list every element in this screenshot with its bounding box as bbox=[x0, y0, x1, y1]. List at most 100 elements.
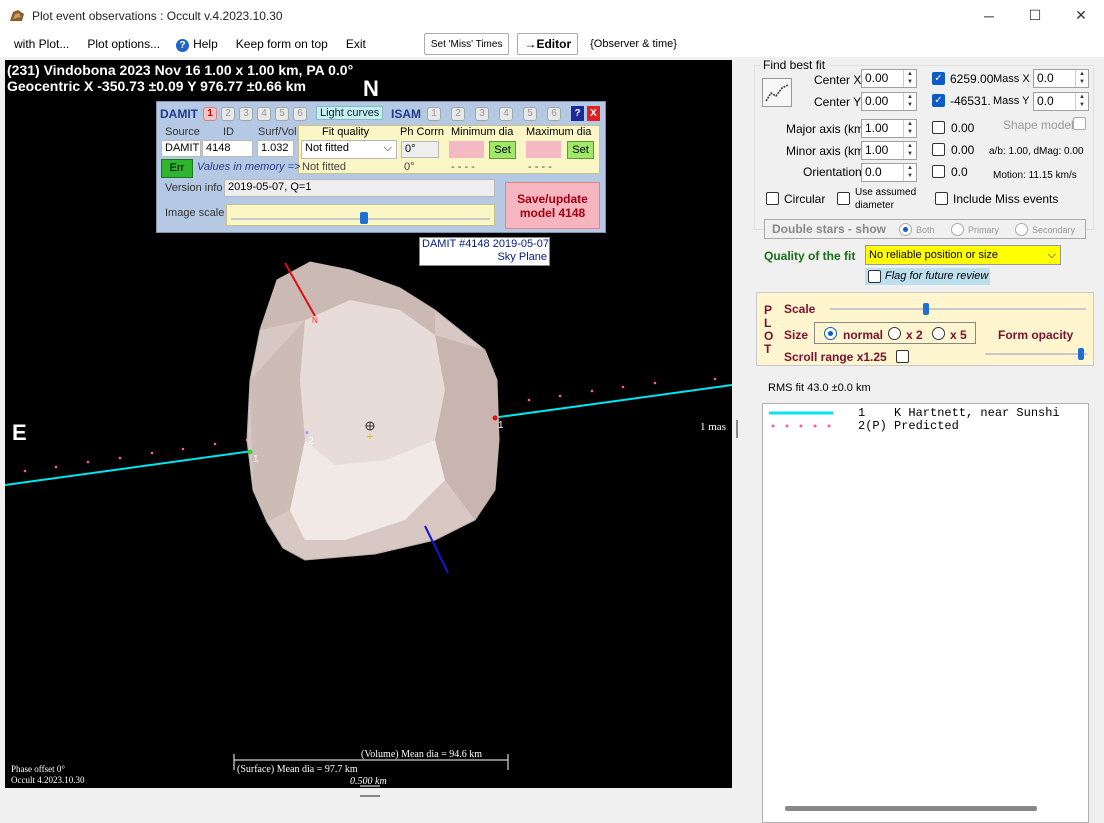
primary-radio[interactable] bbox=[951, 223, 964, 236]
size-x5-radio[interactable] bbox=[932, 327, 945, 340]
close-button[interactable]: ✕ bbox=[1058, 0, 1104, 31]
spinner-arrows-icon[interactable]: ▲ ▼ bbox=[903, 164, 916, 181]
observers-legend-list[interactable]: 1 K Hartnett, near Sunshi 2(P) Predicted bbox=[762, 403, 1089, 823]
model-label-line2: Sky Plane bbox=[497, 251, 547, 263]
major-axis-value: 1.00 bbox=[865, 121, 889, 135]
menu-keep-on-top[interactable]: Keep form on top bbox=[226, 37, 336, 51]
minor-axis-input[interactable]: 1.00 ▲ ▼ bbox=[861, 141, 917, 160]
scroll-range-label: Scroll range x1.25 bbox=[784, 350, 887, 364]
menu-observer-time[interactable]: {Observer & time} bbox=[582, 38, 685, 50]
major-axis-input[interactable]: 1.00 ▲ ▼ bbox=[861, 119, 917, 138]
isam-model-5[interactable]: 5 bbox=[523, 107, 537, 121]
splitter-handle[interactable] bbox=[736, 420, 738, 438]
bottom-splitter-handle[interactable] bbox=[360, 795, 380, 797]
ph-corrn-field[interactable]: 0° bbox=[401, 141, 439, 158]
damit-model-2[interactable]: 2 bbox=[221, 107, 235, 121]
damit-model-4[interactable]: 4 bbox=[257, 107, 271, 121]
set-miss-times-button[interactable]: Set 'Miss' Times bbox=[423, 33, 510, 55]
motion-label: Motion: 11.15 km/s bbox=[993, 170, 1077, 181]
light-curves-button[interactable]: Light curves bbox=[316, 106, 384, 120]
fit-quality-value: Not fitted bbox=[305, 142, 350, 154]
circular-checkbox[interactable] bbox=[766, 192, 779, 205]
legend-row-2[interactable]: 2(P) Predicted bbox=[858, 419, 959, 433]
menu-exit[interactable]: Exit bbox=[336, 37, 374, 51]
spinner-arrows-icon[interactable]: ▲ ▼ bbox=[903, 93, 916, 110]
form-opacity-slider[interactable] bbox=[981, 345, 1091, 363]
maximize-button[interactable]: ☐ bbox=[1012, 0, 1058, 31]
center-y-value: 0.00 bbox=[865, 94, 889, 108]
scale-slider[interactable] bbox=[826, 300, 1090, 318]
image-scale-slider[interactable] bbox=[226, 204, 495, 226]
spinner-arrows-icon[interactable]: ▲ ▼ bbox=[903, 142, 916, 159]
help-icon[interactable]: ? bbox=[571, 106, 584, 121]
menu-plot-options[interactable]: Plot options... bbox=[77, 37, 168, 51]
include-miss-checkbox[interactable] bbox=[935, 192, 948, 205]
flag-review-label: Flag for future review bbox=[885, 270, 989, 282]
isam-model-4[interactable]: 4 bbox=[499, 107, 513, 121]
set-max-button[interactable]: Set bbox=[567, 141, 594, 159]
orientation-input[interactable]: 0.0 ▲ ▼ bbox=[861, 163, 917, 182]
form-opacity-thumb[interactable] bbox=[1078, 348, 1084, 360]
spinner-arrows-icon[interactable]: ▲ ▼ bbox=[1075, 70, 1088, 87]
damit-model-5[interactable]: 5 bbox=[275, 107, 289, 121]
min-dia-field[interactable] bbox=[449, 141, 484, 158]
menu-help[interactable]: ? Help bbox=[168, 37, 226, 52]
damit-model-3[interactable]: 3 bbox=[239, 107, 253, 121]
scale-thumb[interactable] bbox=[923, 303, 929, 315]
mas-scale-label: 1 mas bbox=[700, 421, 726, 433]
spinner-arrows-icon[interactable]: ▲ ▼ bbox=[903, 120, 916, 137]
chord-label-1b: 1 bbox=[498, 420, 504, 431]
menu-with-plot[interactable]: with Plot... bbox=[0, 37, 77, 51]
max-dia-field[interactable] bbox=[526, 141, 561, 158]
damit-model-6[interactable]: 6 bbox=[293, 107, 307, 121]
spinner-arrows-icon[interactable]: ▲ ▼ bbox=[903, 70, 916, 87]
isam-model-2[interactable]: 2 bbox=[451, 107, 465, 121]
fit-quality-select[interactable]: Not fitted ⌵ bbox=[301, 140, 397, 159]
y-checkbox[interactable]: ✓ bbox=[932, 94, 945, 107]
east-label: E bbox=[12, 420, 27, 445]
both-radio[interactable] bbox=[899, 223, 912, 236]
scroll-range-checkbox[interactable] bbox=[896, 350, 909, 363]
plot-header-line2: Geocentric X -350.73 ±0.09 Y 976.77 ±0.6… bbox=[7, 78, 306, 94]
legend-row-1[interactable]: 1 K Hartnett, near Sunshi bbox=[858, 406, 1060, 420]
help-icon: ? bbox=[176, 38, 190, 52]
horizontal-scrollbar[interactable] bbox=[785, 806, 1037, 811]
x-checkbox[interactable]: ✓ bbox=[932, 72, 945, 85]
save-line2: model 4148 bbox=[519, 206, 586, 220]
source-header: Source bbox=[165, 126, 200, 138]
ph-corrn-header: Ph Corrn bbox=[400, 126, 445, 138]
model-label-line1: DAMIT #4148 2019-05-07 bbox=[422, 238, 549, 250]
shape-model-checkbox[interactable] bbox=[1073, 117, 1086, 130]
center-x-label: Center X bbox=[814, 73, 862, 87]
set-min-button[interactable]: Set bbox=[489, 141, 516, 159]
flag-review-checkbox[interactable] bbox=[868, 270, 881, 283]
size-x2-radio[interactable] bbox=[888, 327, 901, 340]
use-assumed-checkbox[interactable] bbox=[837, 192, 850, 205]
minimize-button[interactable]: ─ bbox=[966, 0, 1012, 31]
image-scale-thumb[interactable] bbox=[360, 212, 368, 224]
size-x5-label: x 5 bbox=[950, 328, 967, 342]
mass-x-input[interactable]: 0.0 ▲ ▼ bbox=[1033, 69, 1089, 88]
save-update-model-button[interactable]: Save/update model 4148 bbox=[505, 182, 600, 229]
center-x-input[interactable]: 0.00 ▲ ▼ bbox=[861, 69, 917, 88]
err-button[interactable]: Err bbox=[161, 159, 193, 178]
quality-select[interactable]: No reliable position or size ⌵ bbox=[865, 245, 1061, 265]
center-y-input[interactable]: 0.00 ▲ ▼ bbox=[861, 92, 917, 111]
isam-model-6[interactable]: 6 bbox=[547, 107, 561, 121]
major-axis-checkbox[interactable] bbox=[932, 121, 945, 134]
minor-axis-checkbox[interactable] bbox=[932, 143, 945, 156]
size-normal-radio[interactable] bbox=[824, 327, 837, 340]
damit-model-1[interactable]: 1 bbox=[203, 107, 217, 121]
best-fit-icon[interactable] bbox=[762, 78, 792, 107]
plot-version: Occult 4.2023.10.30 bbox=[11, 775, 85, 785]
editor-button[interactable]: →Editor bbox=[517, 33, 579, 55]
close-panel-icon[interactable]: X bbox=[587, 106, 600, 121]
isam-model-1[interactable]: 1 bbox=[427, 107, 441, 121]
mass-y-input[interactable]: 0.0 ▲ ▼ bbox=[1033, 92, 1089, 111]
isam-model-3[interactable]: 3 bbox=[475, 107, 489, 121]
flag-review[interactable]: Flag for future review bbox=[865, 268, 990, 285]
orientation-checkbox[interactable] bbox=[932, 165, 945, 178]
spinner-arrows-icon[interactable]: ▲ ▼ bbox=[1075, 93, 1088, 110]
secondary-radio[interactable] bbox=[1015, 223, 1028, 236]
title-bar: Plot event observations : Occult v.4.202… bbox=[0, 0, 1104, 31]
